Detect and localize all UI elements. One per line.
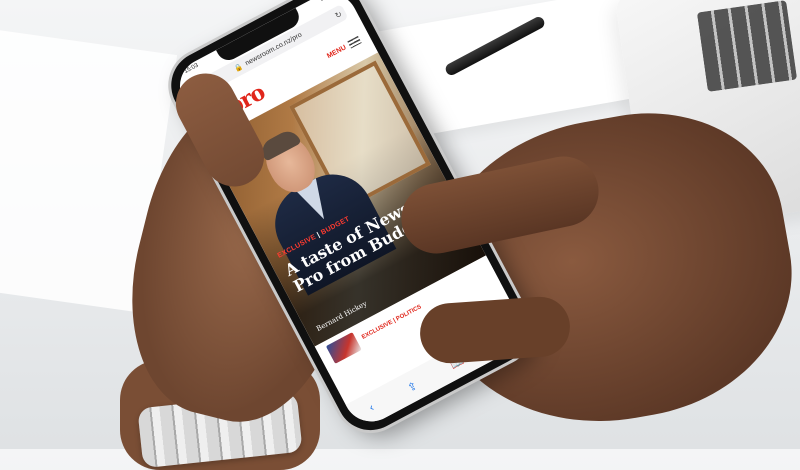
right-finger [418, 294, 572, 366]
next-story-thumbnail [325, 332, 362, 364]
lock-icon: 🔒 [233, 62, 245, 74]
share-icon[interactable]: ⇪ [405, 378, 420, 394]
laptop-keyboard [696, 0, 798, 92]
menu-button[interactable]: MENU [325, 35, 362, 60]
reload-icon[interactable]: ↻ [333, 9, 343, 20]
photo-scene: 15:03 83% 🔒 newsroom.co.nz/pro ↻ nrpro M… [0, 0, 800, 470]
back-icon[interactable]: ‹ [367, 402, 376, 414]
hamburger-icon [347, 35, 362, 49]
menu-label: MENU [325, 43, 348, 60]
